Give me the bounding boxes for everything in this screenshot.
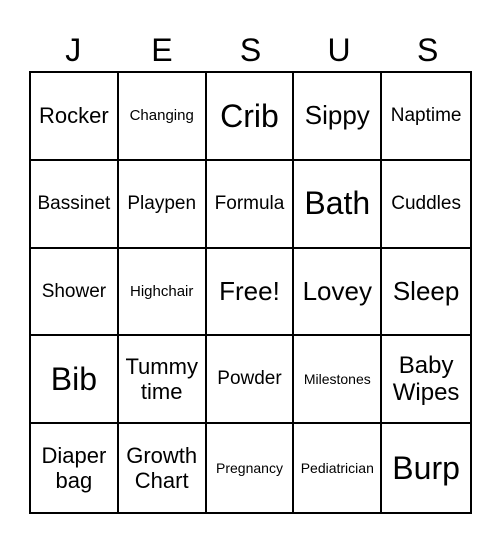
bingo-cell[interactable]: Bib (31, 336, 119, 425)
bingo-cell[interactable]: Bassinet (31, 160, 119, 249)
header-letter: U (327, 32, 351, 68)
bingo-cell[interactable]: Cuddles (382, 161, 470, 249)
header-letter: S (417, 32, 439, 68)
bingo-cell[interactable]: Diaper bag (31, 424, 119, 512)
bingo-cell[interactable]: Growth Chart (119, 424, 207, 512)
bingo-cell[interactable]: Highchair (118, 248, 207, 337)
header-letter: S (239, 32, 262, 68)
header-letter: J (65, 32, 82, 68)
bingo-cell[interactable]: Sippy (294, 73, 383, 161)
free-space-cell[interactable]: Free! (206, 248, 295, 337)
bingo-cell[interactable]: Milestones (294, 336, 383, 425)
bingo-cell[interactable]: Baby Wipes (382, 336, 470, 425)
header-letter: E (151, 32, 173, 68)
bingo-cell[interactable]: Changing (118, 73, 207, 161)
bingo-header: J E S U S (29, 30, 472, 70)
bingo-cell[interactable]: Naptime (382, 73, 470, 161)
bingo-cell[interactable]: Burp (382, 424, 470, 512)
bingo-cell[interactable]: Powder (206, 336, 295, 425)
bingo-cell[interactable]: Playpen (118, 160, 207, 249)
bingo-cell[interactable]: Rocker (31, 73, 119, 161)
bingo-grid: Rocker Changing Crib Sippy Naptime Bassinet Pl… (29, 71, 472, 514)
bingo-cell[interactable]: Lovey (294, 248, 383, 337)
bingo-cell[interactable]: Crib (206, 73, 295, 161)
bingo-cell[interactable]: Sleep (382, 249, 470, 337)
bingo-cell[interactable]: Pediatrician (294, 424, 383, 512)
bingo-cell[interactable]: Shower (31, 248, 119, 337)
bingo-cell[interactable]: Bath (294, 160, 383, 249)
bingo-cell[interactable]: Tummy time (118, 336, 207, 425)
bingo-cell[interactable]: Pregnancy (207, 424, 295, 512)
bingo-cell[interactable]: Formula (206, 160, 295, 249)
